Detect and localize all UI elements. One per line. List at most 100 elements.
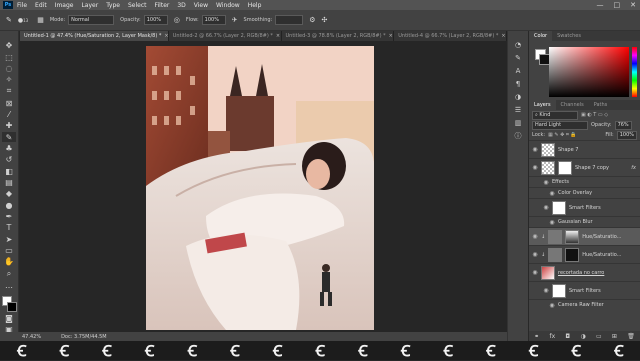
- brush-settings-icon[interactable]: ✎: [511, 52, 525, 63]
- fx-icon[interactable]: fx: [549, 333, 555, 340]
- character-icon[interactable]: A: [511, 65, 525, 76]
- document-canvas[interactable]: [146, 46, 374, 330]
- filter-icons[interactable]: ▣ ◐ T ▭ ◇: [581, 112, 608, 118]
- layer-row[interactable]: ◉ Shape 7 copy fx: [529, 158, 640, 176]
- tab-untitled-2[interactable]: Untitled-2 @ 66.7% (Layer 2, RGB/8#) * ×: [168, 31, 282, 41]
- gradient-tool-icon[interactable]: ▤: [2, 178, 16, 187]
- tab-untitled-4[interactable]: Untitled-4 @ 66.7% (Layer 2, RGB/8#) * ×: [394, 31, 507, 41]
- eraser-tool-icon[interactable]: ◧: [2, 166, 16, 176]
- menu-select[interactable]: Select: [128, 2, 147, 9]
- smoothing-input[interactable]: [275, 15, 304, 25]
- menu-image[interactable]: Image: [55, 2, 74, 9]
- quick-mask-icon[interactable]: ◙: [2, 313, 16, 323]
- marquee-tool-icon[interactable]: ⬚: [2, 52, 16, 62]
- eye-icon[interactable]: ◉: [532, 269, 538, 276]
- canvas-area[interactable]: [20, 41, 507, 332]
- frame-tool-icon[interactable]: ⊠: [2, 98, 16, 108]
- brush-panel-icon[interactable]: ▦: [37, 16, 44, 24]
- healing-brush-icon[interactable]: ✚: [2, 121, 16, 130]
- shape-tool-icon[interactable]: ▭: [2, 246, 16, 255]
- folder-icon[interactable]: ▭: [596, 333, 602, 340]
- close-window-button[interactable]: ✕: [630, 1, 636, 9]
- lock-icons[interactable]: ▦ ✎ ✥ ⌗ 🔒: [548, 132, 577, 138]
- hue-slider[interactable]: [632, 47, 637, 97]
- background-color-swatch[interactable]: [7, 301, 17, 312]
- color-picker-field[interactable]: [549, 47, 629, 97]
- history-brush-icon[interactable]: ↺: [2, 155, 16, 164]
- tab-untitled-3[interactable]: Untitled-3 @ 78.8% (Layer 2, RGB/8#) * ×: [281, 31, 395, 41]
- eye-icon[interactable]: ◉: [543, 179, 549, 186]
- effect-row[interactable]: ◉ Color Overlay: [529, 187, 640, 198]
- menu-filter[interactable]: Filter: [155, 2, 170, 9]
- close-icon[interactable]: ×: [276, 33, 280, 39]
- filter-row[interactable]: ◉ Camera Raw Filter: [529, 299, 640, 310]
- paragraph-icon[interactable]: ¶: [511, 78, 525, 89]
- layer-row[interactable]: ◉ ↓ Hue/Saturatio...: [529, 227, 640, 245]
- eye-icon[interactable]: ◉: [532, 251, 538, 258]
- eye-icon[interactable]: ◉: [532, 146, 538, 153]
- smart-filters-row[interactable]: ◉ Smart Filters: [529, 281, 640, 299]
- eyedropper-tool-icon[interactable]: ⁄: [2, 110, 16, 119]
- eye-icon[interactable]: ◉: [549, 219, 555, 226]
- menu-window[interactable]: Window: [216, 2, 240, 9]
- blur-tool-icon[interactable]: ◆: [2, 189, 16, 198]
- layer-row[interactable]: ◉ recortada no carro: [529, 263, 640, 281]
- new-layer-icon[interactable]: ⊞: [612, 333, 617, 340]
- close-icon[interactable]: ×: [389, 33, 393, 39]
- menu-help[interactable]: Help: [248, 2, 262, 9]
- eye-icon[interactable]: ◉: [549, 190, 555, 197]
- lasso-tool-icon[interactable]: ◌: [2, 64, 16, 73]
- properties-icon[interactable]: ☰: [511, 104, 525, 115]
- menu-view[interactable]: View: [194, 2, 208, 9]
- blend-mode-select[interactable]: Hard Light: [532, 120, 588, 130]
- zoom-tool-icon[interactable]: ⌕: [2, 269, 16, 279]
- fill-input[interactable]: 100%: [616, 130, 637, 140]
- history-icon[interactable]: ◔: [511, 39, 525, 50]
- dodge-tool-icon[interactable]: ●: [2, 200, 16, 210]
- layer-kind-filter[interactable]: ⌕ Kind: [532, 110, 578, 120]
- flow-input[interactable]: 100%: [201, 15, 226, 25]
- smart-filters-row[interactable]: ◉ Smart Filters: [529, 198, 640, 216]
- menu-file[interactable]: File: [17, 2, 27, 9]
- tab-layers[interactable]: Layers: [529, 100, 556, 110]
- layer-row[interactable]: ◉ Shape 7: [529, 140, 640, 158]
- tab-paths[interactable]: Paths: [589, 100, 613, 110]
- effects-row[interactable]: ◉ Effects: [529, 176, 640, 187]
- pen-tool-icon[interactable]: ✒: [2, 212, 16, 221]
- brush-tool-icon[interactable]: ✎: [6, 16, 12, 24]
- zoom-level[interactable]: 47.42%: [22, 334, 41, 340]
- airbrush-icon[interactable]: ✈: [232, 16, 238, 24]
- eye-icon[interactable]: ◉: [532, 233, 538, 240]
- move-tool-icon[interactable]: ✥: [2, 41, 16, 50]
- menu-3d[interactable]: 3D: [177, 2, 185, 9]
- eye-icon[interactable]: ◉: [549, 302, 555, 309]
- minimize-button[interactable]: —: [597, 1, 604, 9]
- brush-tool-icon[interactable]: ✎: [2, 132, 16, 142]
- libraries-icon[interactable]: ▥: [511, 117, 525, 128]
- more-tools-icon[interactable]: …: [2, 281, 16, 290]
- menu-edit[interactable]: Edit: [35, 2, 47, 9]
- tab-channels[interactable]: Channels: [556, 100, 589, 110]
- trash-icon[interactable]: 🗑: [627, 333, 635, 340]
- mode-select[interactable]: Normal: [68, 15, 115, 25]
- crop-tool-icon[interactable]: ⌗: [2, 86, 16, 96]
- maximize-button[interactable]: □: [614, 1, 621, 9]
- fx-icon[interactable]: fx: [631, 165, 636, 171]
- clone-stamp-icon[interactable]: ♣: [2, 144, 16, 153]
- type-tool-icon[interactable]: T: [2, 223, 16, 232]
- pressure-opacity-icon[interactable]: ◎: [174, 16, 180, 24]
- adjustment-icon[interactable]: ◑: [580, 333, 585, 340]
- eye-icon[interactable]: ◉: [543, 204, 549, 211]
- color-swatches[interactable]: [2, 295, 17, 312]
- tab-color[interactable]: Color: [529, 31, 553, 41]
- eye-icon[interactable]: ◉: [532, 164, 538, 171]
- tab-swatches[interactable]: Swatches: [552, 31, 586, 41]
- menu-layer[interactable]: Layer: [81, 2, 98, 9]
- close-icon[interactable]: ×: [501, 33, 505, 39]
- adjustments-icon[interactable]: ◑: [511, 91, 525, 102]
- brush-preset-picker[interactable]: ● 13: [18, 17, 31, 24]
- filter-row[interactable]: ◉ Gaussian Blur: [529, 216, 640, 227]
- quick-select-tool-icon[interactable]: ✧: [2, 75, 16, 84]
- eye-icon[interactable]: ◉: [543, 287, 549, 294]
- symmetry-icon[interactable]: ✣: [322, 16, 328, 24]
